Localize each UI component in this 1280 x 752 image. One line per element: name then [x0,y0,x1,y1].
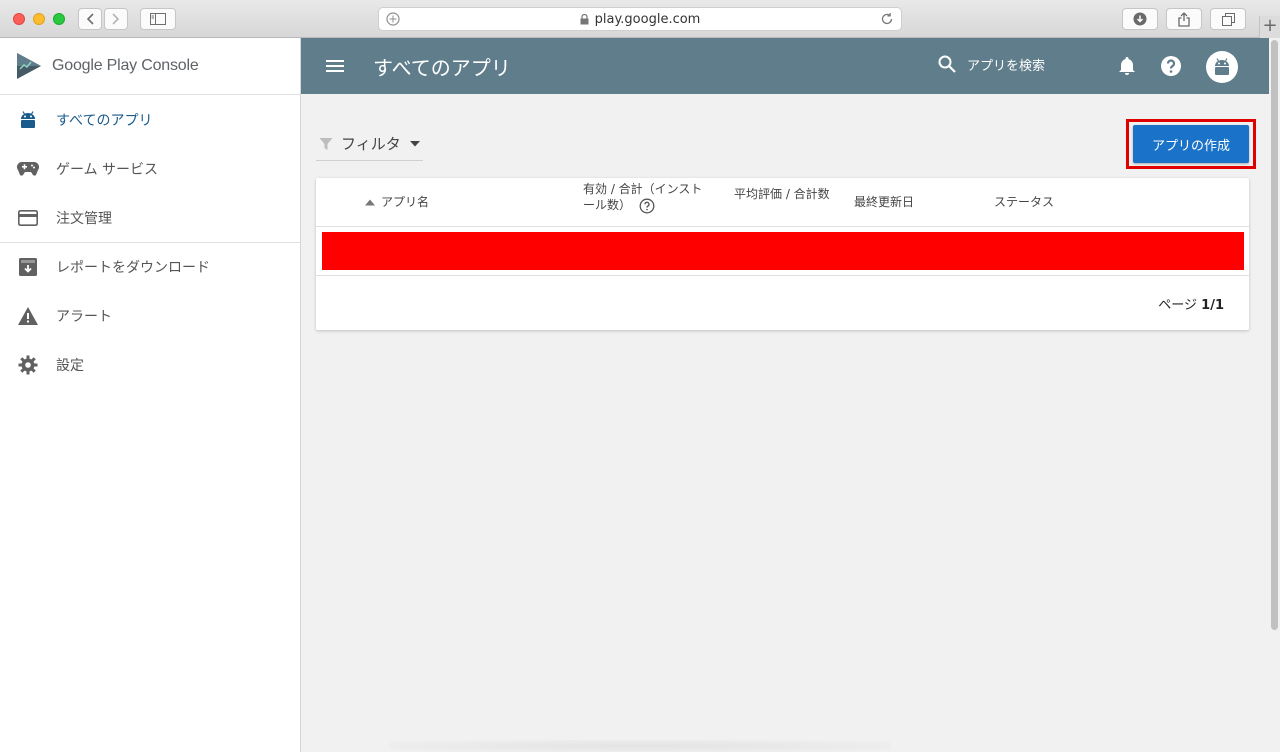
vertical-scrollbar[interactable] [1269,38,1280,752]
window-close-button[interactable] [13,13,25,25]
compass-icon [386,12,400,26]
share-icon [1178,11,1190,27]
play-console-logo-icon [17,53,41,79]
sidebar-toggle-button[interactable] [140,8,176,30]
android-avatar-icon [1215,58,1229,75]
gamepad-icon [17,158,39,180]
sidebar-item-all-apps[interactable]: すべてのアプリ [0,95,300,144]
column-header-rating[interactable]: 平均評価 / 合計数 [734,186,834,202]
url-text: play.google.com [594,11,701,27]
sidebar-item-orders[interactable]: 注文管理 [0,193,300,242]
tabs-button[interactable] [1210,8,1246,30]
decorative-shadow [390,740,890,752]
help-circle-icon[interactable] [639,198,655,214]
new-tab-button[interactable]: + [1259,16,1280,38]
column-header-label: アプリ名 [381,195,430,209]
browser-toolbar: play.google.com + [0,0,1280,38]
reload-icon[interactable] [879,11,895,27]
gear-icon [17,354,39,376]
column-header-status[interactable]: ステータス [994,194,1054,210]
sidebar-item-settings[interactable]: 設定 [0,340,300,389]
download-circle-icon [1133,12,1147,26]
avatar[interactable] [1206,51,1238,83]
credit-card-icon [17,207,39,229]
window-zoom-button[interactable] [53,13,65,25]
downloads-button[interactable] [1122,8,1158,30]
app-logo[interactable]: Google Play Console [0,38,300,95]
logo-text-primary: Google Play [52,57,137,74]
back-button[interactable] [78,8,102,30]
filter-icon [319,137,333,150]
filter-dropdown[interactable]: フィルタ [316,127,423,161]
forward-button[interactable] [104,8,128,30]
page-title: すべてのアプリ [373,56,511,80]
sort-ascending-icon [365,199,375,205]
lock-icon [580,13,589,24]
search-input[interactable]: アプリを検索 [967,55,1045,74]
filter-label: フィルタ [341,135,401,153]
scrollbar-thumb[interactable] [1271,40,1278,630]
chevron-left-icon [86,13,94,25]
chevron-right-icon [112,13,120,25]
sidebar-nav: すべてのアプリ ゲーム サービス 注文管理 レポートをダウンロード アラート 設… [0,95,300,389]
create-app-button[interactable]: アプリの作成 [1133,125,1249,163]
column-header-app-name[interactable]: アプリ名 [365,194,429,210]
app-header: すべてのアプリ アプリを検索 [301,38,1269,94]
share-button[interactable] [1166,8,1202,30]
logo-text-secondary: Console [136,57,199,74]
sidebar-item-label: ゲーム サービス [56,161,159,178]
menu-icon[interactable] [323,54,347,78]
download-box-icon [17,256,39,278]
caret-down-icon [409,140,420,146]
android-icon [17,109,39,131]
warning-icon [17,305,39,327]
sidebar-item-label: 設定 [56,357,84,374]
column-header-last-updated[interactable]: 最終更新日 [854,194,914,210]
sidebar-icon [150,13,166,25]
sidebar-item-label: アラート [56,308,112,325]
search-icon [938,55,956,73]
pager-prefix: ページ [1158,298,1202,313]
sidebar-item-game-services[interactable]: ゲーム サービス [0,144,300,193]
help-icon[interactable] [1159,54,1183,78]
app-search[interactable]: アプリを検索 [937,54,1045,74]
tabs-icon [1221,12,1235,26]
table-header: アプリ名 有効 / 合計（インストール数） 平均評価 / 合計数 最終更新日 ス… [316,178,1249,227]
pager-value: 1/1 [1201,298,1224,313]
column-header-installs[interactable]: 有効 / 合計（インストール数） [583,181,703,214]
sidebar-item-alerts[interactable]: アラート [0,291,300,340]
apps-table: アプリ名 有効 / 合計（インストール数） 平均評価 / 合計数 最終更新日 ス… [316,178,1249,330]
sidebar: Google Play Console すべてのアプリ ゲーム サービス 注文管… [0,38,301,752]
logo-text: Google Play Console [52,57,199,75]
divider [316,275,1249,276]
table-row-redacted[interactable] [322,232,1244,270]
sidebar-item-label: レポートをダウンロード [56,260,210,276]
window-minimize-button[interactable] [33,13,45,25]
sidebar-item-label: 注文管理 [56,210,112,227]
sidebar-item-label: すべてのアプリ [56,112,153,129]
address-bar[interactable]: play.google.com [378,7,902,31]
bell-icon[interactable] [1115,54,1139,78]
pagination: ページ 1/1 [1158,294,1224,313]
sidebar-item-download-reports[interactable]: レポートをダウンロード [0,242,300,291]
